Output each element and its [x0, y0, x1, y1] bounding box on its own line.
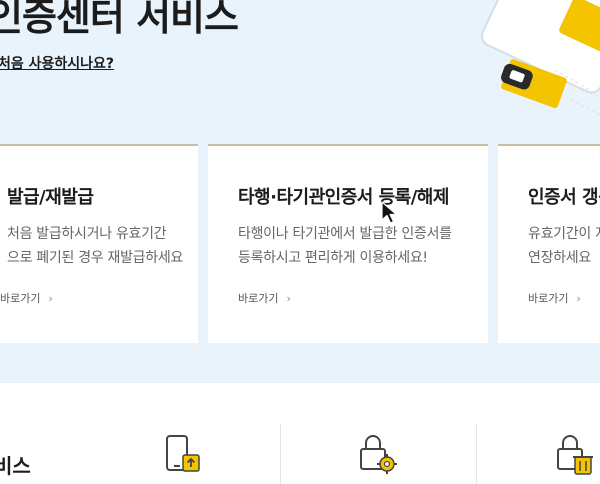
- divider: [280, 424, 281, 484]
- card-desc: 유효기간이 지난연장하세요: [528, 226, 600, 266]
- card-desc: 타행이나 타기관에서 발급한 인증서를 등록하시고 편리하게 이용하세요!: [238, 226, 452, 266]
- card-link[interactable]: 바로가기 ›: [238, 290, 291, 306]
- card-title: 타행·타기관인증서 등록/해제: [238, 187, 449, 208]
- page-title: 인증센터 서비스: [0, 0, 239, 39]
- mouse-cursor-icon: [381, 201, 398, 224]
- lock-gear-icon[interactable]: [358, 433, 398, 475]
- phone-upload-icon[interactable]: [163, 433, 203, 475]
- chevron-right-icon: ›: [48, 292, 53, 305]
- lock-trash-icon[interactable]: [555, 433, 595, 475]
- hero-section: 인증센터 서비스 처음 사용하시나요? 발급/재발급 처음 발급하시거나 유효기…: [0, 0, 600, 383]
- card-issue[interactable]: 발급/재발급 처음 발급하시거나 유효기간 으로 폐기된 경우 재발급하세요 바로…: [0, 144, 198, 343]
- chevron-right-icon: ›: [576, 292, 581, 305]
- card-desc: 처음 발급하시거나 유효기간 으로 폐기된 경우 재발급하세요: [7, 226, 183, 266]
- card-title: 인증서 갱신: [528, 187, 600, 208]
- card-link[interactable]: 바로가기 ›: [0, 290, 53, 306]
- divider: [476, 424, 477, 484]
- card-register[interactable]: 타행·타기관인증서 등록/해제 타행이나 타기관에서 발급한 인증서를 등록하시고…: [208, 144, 488, 343]
- card-renew[interactable]: 인증서 갱신 유효기간이 지난연장하세요 바로가기›: [498, 144, 600, 343]
- first-time-link[interactable]: 처음 사용하시나요?: [0, 53, 114, 73]
- section-title: 비스: [0, 454, 31, 478]
- card-title: 발급/재발급: [7, 187, 94, 208]
- chevron-right-icon: ›: [286, 292, 291, 305]
- certificate-illustration: [481, 0, 600, 116]
- card-link[interactable]: 바로가기 ›: [528, 290, 581, 306]
